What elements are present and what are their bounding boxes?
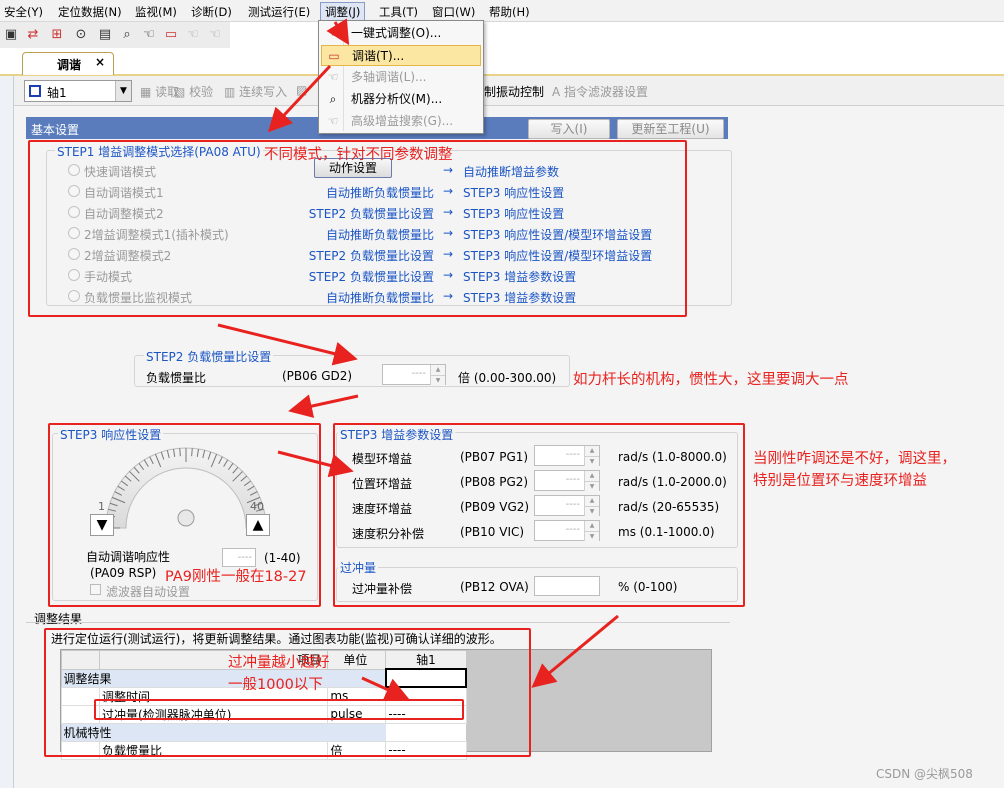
tab-tuning[interactable]: 调谐 × bbox=[22, 52, 114, 75]
spin-down-icon[interactable]: ▼ bbox=[430, 375, 445, 385]
write-icon: ▥ bbox=[224, 85, 236, 99]
annotation-modes: 不同模式，针对不同参数调整 bbox=[264, 147, 453, 163]
results-divider bbox=[26, 622, 730, 623]
results-title: 调整结果 bbox=[34, 612, 83, 626]
hand2-icon[interactable]: ☜ bbox=[184, 26, 202, 44]
watch-icon[interactable]: ⊙ bbox=[72, 26, 90, 44]
menu-item-label: 一键式调整(O)... bbox=[351, 26, 442, 40]
tune-icon: ▭ bbox=[328, 49, 340, 63]
annotation-gain-line1: 当刚性咋调还是不好，调这里， bbox=[753, 451, 956, 467]
menu-item-multi-axis[interactable]: ☜ 多轴调谐(L)... bbox=[321, 67, 481, 88]
filter-icon: A bbox=[552, 85, 561, 99]
step2-range: 倍 (0.00-300.00) bbox=[458, 371, 557, 385]
verify-icon: ▧ bbox=[174, 85, 186, 99]
menu-monitor[interactable]: 监视(M) bbox=[135, 4, 177, 20]
command-filter-label: 指令滤波器设置 bbox=[564, 85, 649, 99]
menu-bar: 安全(Y) 定位数据(N) 监视(M) 诊断(D) 测试运行(E) 调整(J) … bbox=[0, 0, 1004, 22]
hand3-icon[interactable]: ☜ bbox=[206, 26, 224, 44]
tab-label: 调谐 bbox=[57, 58, 82, 72]
toolbar: ▣ ⇄ ⊞ ⊙ ▤ ⌕ ☜ ▭ ☜ ☜ bbox=[0, 22, 230, 48]
annotation-overshoot-line1: 过冲量越小越好 bbox=[228, 655, 330, 671]
menu-item-advanced-gain[interactable]: ☜ 高级增益搜索(G)... bbox=[321, 111, 481, 132]
command-filter-button[interactable]: A 指令滤波器设置 bbox=[552, 83, 648, 100]
axis-icon bbox=[29, 85, 41, 97]
menu-adjust[interactable]: 调整(J) bbox=[320, 2, 366, 22]
swap-icon[interactable]: ⇄ bbox=[24, 26, 42, 44]
menu-item-label: 高级增益搜索(G)... bbox=[351, 114, 454, 128]
menu-item-one-touch[interactable]: ☜ 一键式调整(O)... bbox=[321, 23, 481, 44]
link-icon[interactable]: ⊞ bbox=[48, 26, 66, 44]
menu-diagnosis[interactable]: 诊断(D) bbox=[191, 4, 232, 20]
menu-help[interactable]: 帮助(H) bbox=[489, 4, 530, 20]
inertia-ratio-stepper[interactable]: ---- ▲ ▼ bbox=[382, 364, 446, 385]
multi-axis-icon: ☜ bbox=[327, 70, 339, 84]
menu-window[interactable]: 窗口(W) bbox=[432, 4, 475, 20]
menu-tools[interactable]: 工具(T) bbox=[379, 4, 418, 20]
adjust-menu-dropdown: ☜ 一键式调整(O)... ▭ 调谐(T)... ☜ 多轴调谐(L)... ⌕ … bbox=[318, 20, 484, 134]
annotation-overshoot-line2: 一般1000以下 bbox=[228, 677, 323, 693]
menu-positioning-data[interactable]: 定位数据(N) bbox=[58, 4, 122, 20]
zoom-icon[interactable]: ⌕ bbox=[118, 26, 136, 44]
basic-settings-title: 基本设置 bbox=[31, 123, 80, 137]
axis-select[interactable]: 轴1 ▼ bbox=[24, 80, 132, 102]
chevron-down-icon[interactable]: ▼ bbox=[115, 81, 131, 101]
more-icon[interactable]: ▨ bbox=[296, 83, 307, 97]
annotation-rigidity: PA9刚性一般在18-27 bbox=[165, 569, 307, 585]
step2-param-label: 负载惯量比 bbox=[146, 371, 207, 385]
menu-security[interactable]: 安全(Y) bbox=[4, 4, 43, 20]
tuning-toolbar: 轴1 ▼ ▦ 读取 ▧ 校验 ▥ 连续写入 ▨ 制振动控制 A 指令滤波器设置 bbox=[14, 76, 1004, 106]
close-icon[interactable]: × bbox=[95, 55, 105, 69]
watermark: CSDN @尖枫508 bbox=[876, 767, 973, 781]
analyzer-icon: ⌕ bbox=[329, 92, 337, 106]
menu-item-tuning[interactable]: ▭ 调谐(T)... bbox=[321, 45, 481, 66]
menu-item-machine-analyzer[interactable]: ⌕ 机器分析仪(M)... bbox=[321, 89, 481, 110]
read-icon: ▦ bbox=[140, 85, 152, 99]
axis-select-value: 轴1 bbox=[47, 86, 67, 100]
menu-item-label: 调谐(T)... bbox=[352, 49, 405, 63]
annotation-box-overshoot-row bbox=[94, 699, 464, 720]
left-dock-strip bbox=[0, 76, 14, 788]
spin-up-icon[interactable]: ▲ bbox=[430, 365, 445, 375]
hand-icon: ☜ bbox=[327, 26, 339, 40]
annotation-box-step1 bbox=[28, 140, 687, 317]
gain-search-icon: ☜ bbox=[327, 114, 339, 128]
inertia-ratio-value: ---- bbox=[411, 368, 426, 379]
annotation-inertia: 如力杆长的机构，惯性大，这里要调大一点 bbox=[573, 372, 849, 388]
write-continuous-button[interactable]: ▥ 连续写入 bbox=[224, 83, 287, 100]
tune-icon[interactable]: ▭ bbox=[162, 26, 180, 44]
vibration-control-button[interactable]: 制振动控制 bbox=[484, 83, 544, 100]
menu-item-label: 机器分析仪(M)... bbox=[351, 92, 443, 106]
sheet-icon[interactable]: ▤ bbox=[96, 26, 114, 44]
annotation-gain-line2: 特别是位置环与速度环增益 bbox=[753, 473, 927, 489]
write-continuous-label: 连续写入 bbox=[239, 85, 288, 99]
save-icon[interactable]: ▣ bbox=[2, 26, 20, 44]
hand-icon[interactable]: ☜ bbox=[140, 26, 158, 44]
update-project-button[interactable]: 更新至工程(U) bbox=[617, 119, 724, 139]
menu-test-run[interactable]: 测试运行(E) bbox=[248, 4, 310, 20]
verify-label: 校验 bbox=[189, 85, 214, 99]
write-button[interactable]: 写入(I) bbox=[528, 119, 610, 139]
step2-title: STEP2 负载惯量比设置 bbox=[144, 348, 274, 365]
verify-button[interactable]: ▧ 校验 bbox=[174, 83, 213, 100]
step2-param-code: (PB06 GD2) bbox=[282, 369, 353, 383]
annotation-box-step3-gain bbox=[333, 423, 745, 607]
menu-item-label: 多轴调谐(L)... bbox=[351, 70, 427, 84]
